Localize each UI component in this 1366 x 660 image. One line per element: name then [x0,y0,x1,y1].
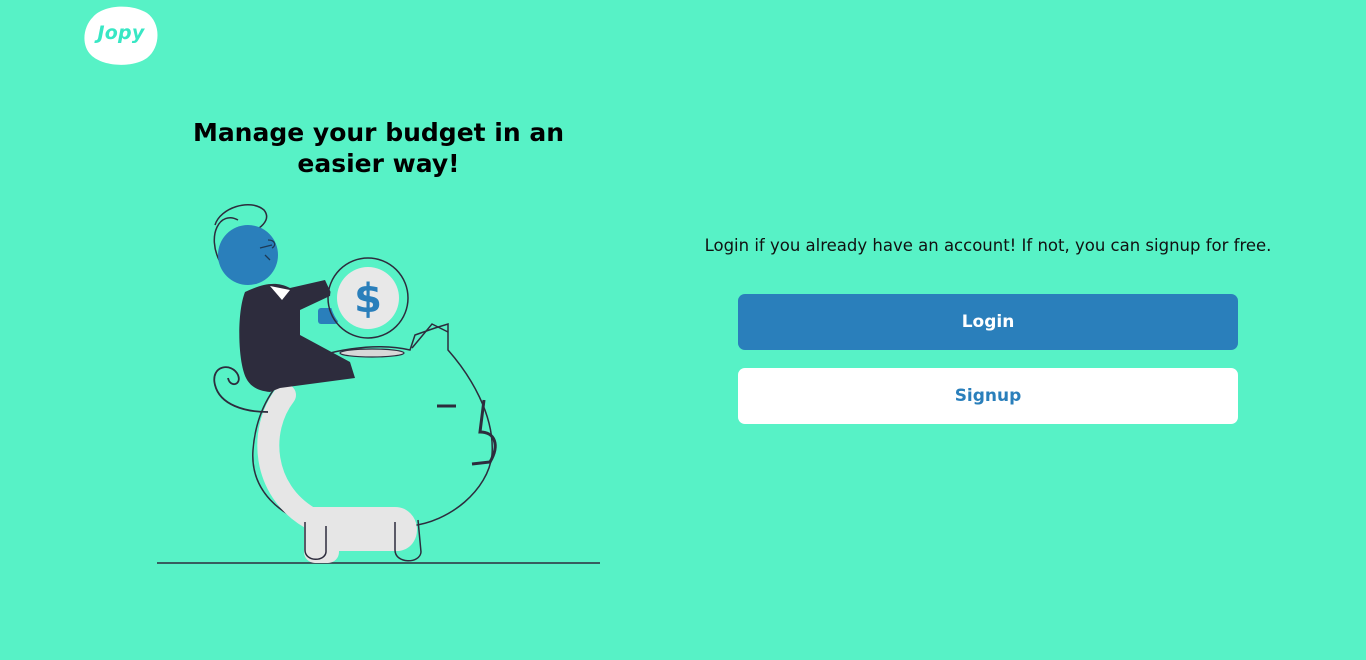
signup-button[interactable]: Signup [738,368,1238,424]
auth-prompt: Login if you already have an account! If… [704,236,1272,255]
dollar-sign: $ [354,276,382,322]
login-button[interactable]: Login [738,294,1238,350]
piggy-ear [411,323,449,349]
piggy-highlight [257,384,417,563]
logo-text: Jopy [97,22,145,44]
page-headline: Manage your budget in an easier way! [192,118,565,178]
landing-page: Jopy Manage your budget in an easier way… [0,0,1366,660]
person-head [218,225,278,285]
jopy-logo[interactable]: Jopy [83,5,159,67]
piggy-bank-illustration: $ [157,204,600,564]
coin-slot [339,348,405,358]
